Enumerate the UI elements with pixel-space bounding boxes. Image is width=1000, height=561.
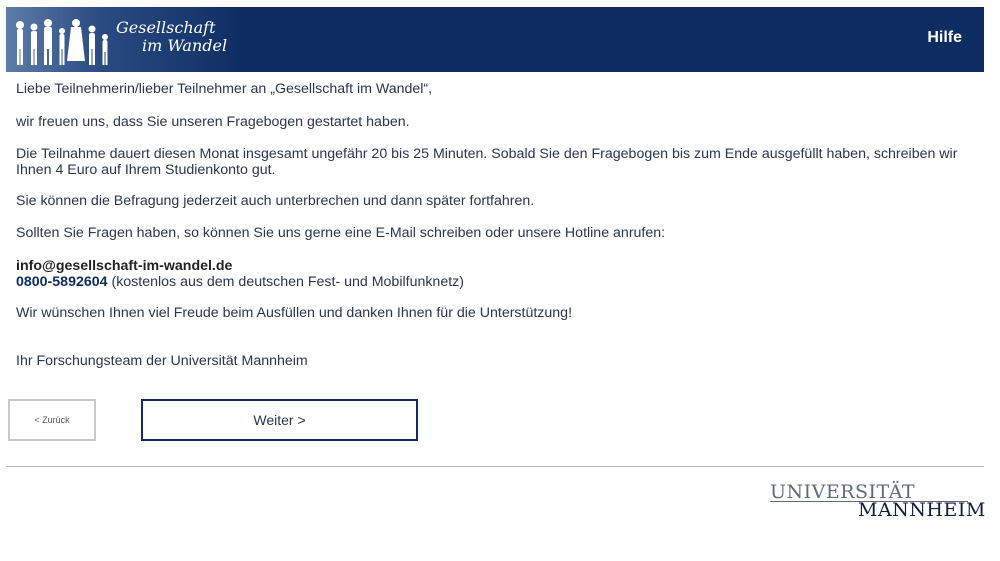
help-link[interactable]: Hilfe	[927, 29, 962, 47]
pause-text: Sie können die Befragung jederzeit auch …	[16, 193, 535, 209]
logo-title: Gesellschaft im Wandel	[116, 19, 227, 55]
university-logo: UNIVERSITÄT MANNHEIM	[770, 481, 985, 521]
people-silhouette-icon	[16, 19, 108, 65]
university-logo-line-2: MANNHEIM	[858, 499, 986, 521]
thanks-text: wir freuen uns, dass Sie unseren Fragebo…	[16, 114, 410, 130]
header-bar: Gesellschaft im Wandel Hilfe	[6, 7, 984, 72]
contact-phone: 0800-5892604	[16, 274, 108, 290]
project-logo: Gesellschaft im Wandel	[6, 7, 246, 72]
phone-note: (kostenlos aus dem deutschen Fest- und M…	[107, 274, 464, 290]
footer-divider	[6, 466, 984, 467]
next-button[interactable]: Weiter >	[141, 399, 418, 441]
signature-text: Ihr Forschungsteam der Universität Mannh…	[16, 353, 308, 369]
duration-text: Die Teilnahme dauert diesen Monat insges…	[16, 146, 958, 178]
logo-line-2: im Wandel	[142, 36, 228, 55]
back-button[interactable]: < Zurück	[8, 399, 96, 441]
questions-text: Sollten Sie Fragen haben, so können Sie …	[16, 225, 666, 241]
greeting-text: Liebe Teilnehmerin/lieber Teilnehmer an …	[16, 81, 433, 97]
wish-text: Wir wünschen Ihnen viel Freude beim Ausf…	[16, 305, 573, 321]
logo-line-1: Gesellschaft	[116, 18, 216, 37]
contact-email: info@gesellschaft-im-wandel.de	[16, 258, 233, 274]
contact-info: info@gesellschaft-im-wandel.de 0800-5892…	[16, 258, 464, 290]
